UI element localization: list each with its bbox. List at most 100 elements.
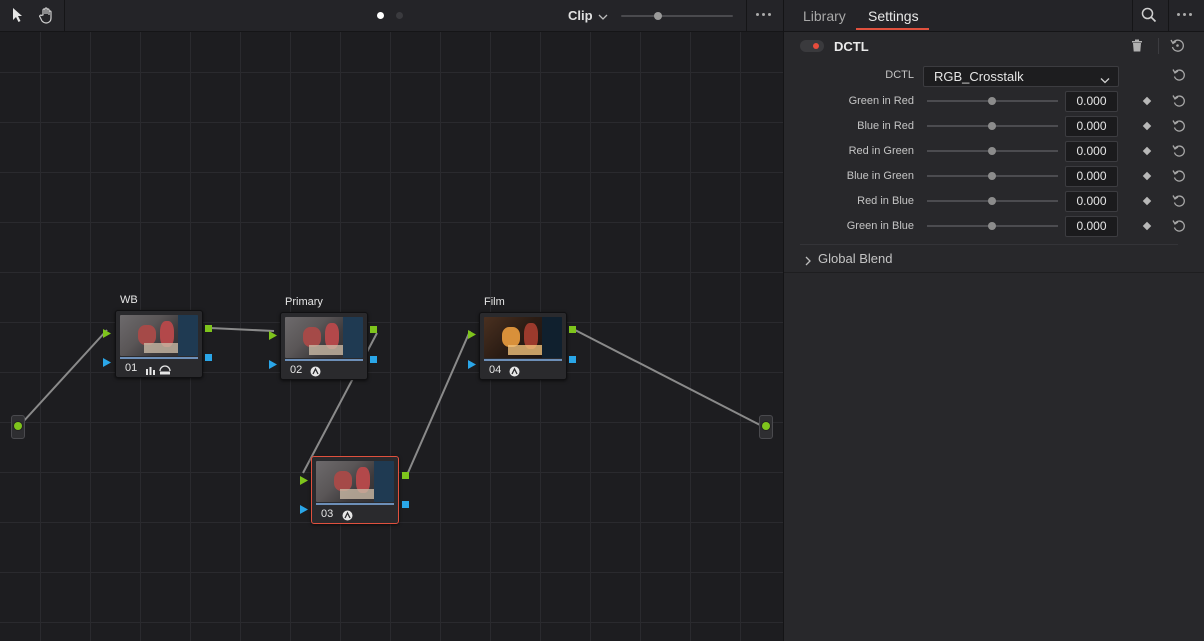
node-rgb-input[interactable] — [269, 327, 277, 345]
node-key-output[interactable] — [402, 501, 409, 508]
node-rgb-output[interactable] — [370, 326, 377, 333]
zoom-slider-knob[interactable] — [654, 12, 662, 20]
node-key-input[interactable] — [468, 356, 476, 374]
reset-icon[interactable] — [1172, 219, 1186, 238]
param-slider-blue-in-green[interactable] — [927, 172, 1058, 180]
node-editor[interactable]: Clip WB 01 Primary 02 03 Film 04 — [0, 0, 783, 641]
node-rgb-output[interactable] — [205, 325, 212, 332]
keyframe-diamond-icon[interactable] — [1142, 196, 1152, 206]
dctl-enable-toggle[interactable] — [800, 40, 824, 52]
keyframe-diamond-icon[interactable] — [1142, 171, 1152, 181]
node-key-input[interactable] — [300, 501, 308, 519]
node-number: 02 — [290, 364, 303, 376]
param-label-red-in-green: Red in Green — [848, 145, 914, 157]
node-04[interactable]: 04 — [479, 312, 567, 380]
pointer-icon[interactable] — [9, 6, 27, 24]
tab-library[interactable]: Library — [803, 8, 846, 24]
keyframe-diamond-icon[interactable] — [1142, 121, 1152, 131]
param-slider-red-in-blue[interactable] — [927, 197, 1058, 205]
keyframe-diamond-icon[interactable] — [1142, 146, 1152, 156]
bars-icon — [145, 362, 156, 380]
node-progress-bar — [484, 359, 562, 361]
node-number: 01 — [125, 362, 138, 374]
reset-all-icon[interactable] — [1170, 38, 1185, 58]
param-slider-blue-in-red[interactable] — [927, 122, 1058, 130]
node-thumbnail — [120, 315, 198, 356]
toolbar-divider — [64, 0, 65, 31]
chevron-down-icon — [1100, 72, 1110, 90]
toolbar-divider — [746, 0, 747, 31]
chevron-down-icon[interactable] — [598, 9, 608, 27]
slider-knob[interactable] — [988, 222, 996, 230]
page-dot[interactable] — [396, 12, 403, 19]
param-value-green-in-blue[interactable]: 0.000 — [1065, 216, 1118, 237]
section-divider — [784, 272, 1204, 273]
output-terminal[interactable] — [759, 415, 773, 439]
dctl-dropdown[interactable]: RGB_Crosstalk — [923, 66, 1119, 87]
hand-icon[interactable] — [37, 6, 55, 24]
param-value-blue-in-red[interactable]: 0.000 — [1065, 116, 1118, 137]
node-02[interactable]: 02 — [280, 312, 368, 380]
param-label-blue-in-green: Blue in Green — [846, 170, 914, 182]
node-key-output[interactable] — [569, 356, 576, 363]
node-rgb-output[interactable] — [569, 326, 576, 333]
node-rgb-input[interactable] — [300, 472, 308, 490]
param-slider-green-in-red[interactable] — [927, 97, 1058, 105]
node-label: WB — [120, 294, 138, 306]
source-input-terminal[interactable] — [11, 415, 25, 439]
page-dot-active[interactable] — [377, 12, 384, 19]
trash-icon[interactable] — [1131, 39, 1143, 57]
node-number: 03 — [321, 508, 334, 520]
param-value-green-in-red[interactable]: 0.000 — [1065, 91, 1118, 112]
reset-icon[interactable] — [1172, 169, 1186, 188]
keyframe-diamond-icon[interactable] — [1142, 221, 1152, 231]
global-blend-label: Global Blend — [818, 251, 893, 266]
node-rgb-input[interactable] — [103, 325, 111, 343]
node-label: Primary — [285, 296, 323, 308]
param-label-blue-in-red: Blue in Red — [857, 120, 914, 132]
node-label: Film — [484, 296, 505, 308]
reset-icon[interactable] — [1172, 194, 1186, 213]
slider-knob[interactable] — [988, 197, 996, 205]
node-03[interactable]: 03 — [311, 456, 399, 524]
param-slider-green-in-blue[interactable] — [927, 222, 1058, 230]
node-key-input[interactable] — [269, 356, 277, 374]
zoom-slider[interactable] — [621, 12, 733, 20]
node-thumbnail — [484, 317, 562, 358]
param-value-blue-in-green[interactable]: 0.000 — [1065, 166, 1118, 187]
dctl-header: DCTL — [784, 31, 1204, 61]
param-label-green-in-blue: Green in Blue — [846, 220, 914, 232]
node-01[interactable]: 01 — [115, 310, 203, 378]
node-key-input[interactable] — [103, 354, 111, 372]
node-progress-bar — [120, 357, 198, 359]
tab-settings[interactable]: Settings — [868, 8, 919, 24]
panel-divider — [1168, 0, 1169, 31]
dctl-select-label: DCTL — [885, 69, 914, 81]
param-value-red-in-blue[interactable]: 0.000 — [1065, 191, 1118, 212]
keyframe-diamond-icon[interactable] — [1142, 96, 1152, 106]
node-thumbnail — [316, 461, 394, 502]
reset-icon[interactable] — [1172, 94, 1186, 113]
node-rgb-output[interactable] — [402, 472, 409, 479]
slider-knob[interactable] — [988, 122, 996, 130]
more-icon[interactable] — [1177, 13, 1192, 16]
slider-knob[interactable] — [988, 172, 996, 180]
section-divider — [800, 244, 1178, 245]
search-icon[interactable] — [1141, 7, 1157, 28]
panel-divider — [1132, 0, 1133, 31]
param-slider-red-in-green[interactable] — [927, 147, 1058, 155]
reset-icon[interactable] — [1172, 68, 1186, 87]
node-rgb-input[interactable] — [468, 326, 476, 344]
param-value-red-in-green[interactable]: 0.000 — [1065, 141, 1118, 162]
settings-panel: Library Settings DCTL DCTL RGB_Crosstalk… — [783, 0, 1204, 641]
reset-icon[interactable] — [1172, 119, 1186, 138]
node-key-output[interactable] — [370, 356, 377, 363]
slider-knob[interactable] — [988, 97, 996, 105]
node-key-output[interactable] — [205, 354, 212, 361]
fx-icon — [342, 508, 353, 526]
more-icon[interactable] — [756, 13, 771, 16]
node-number: 04 — [489, 364, 502, 376]
slider-knob[interactable] — [988, 147, 996, 155]
reset-icon[interactable] — [1172, 144, 1186, 163]
mode-dropdown-label[interactable]: Clip — [568, 8, 593, 23]
